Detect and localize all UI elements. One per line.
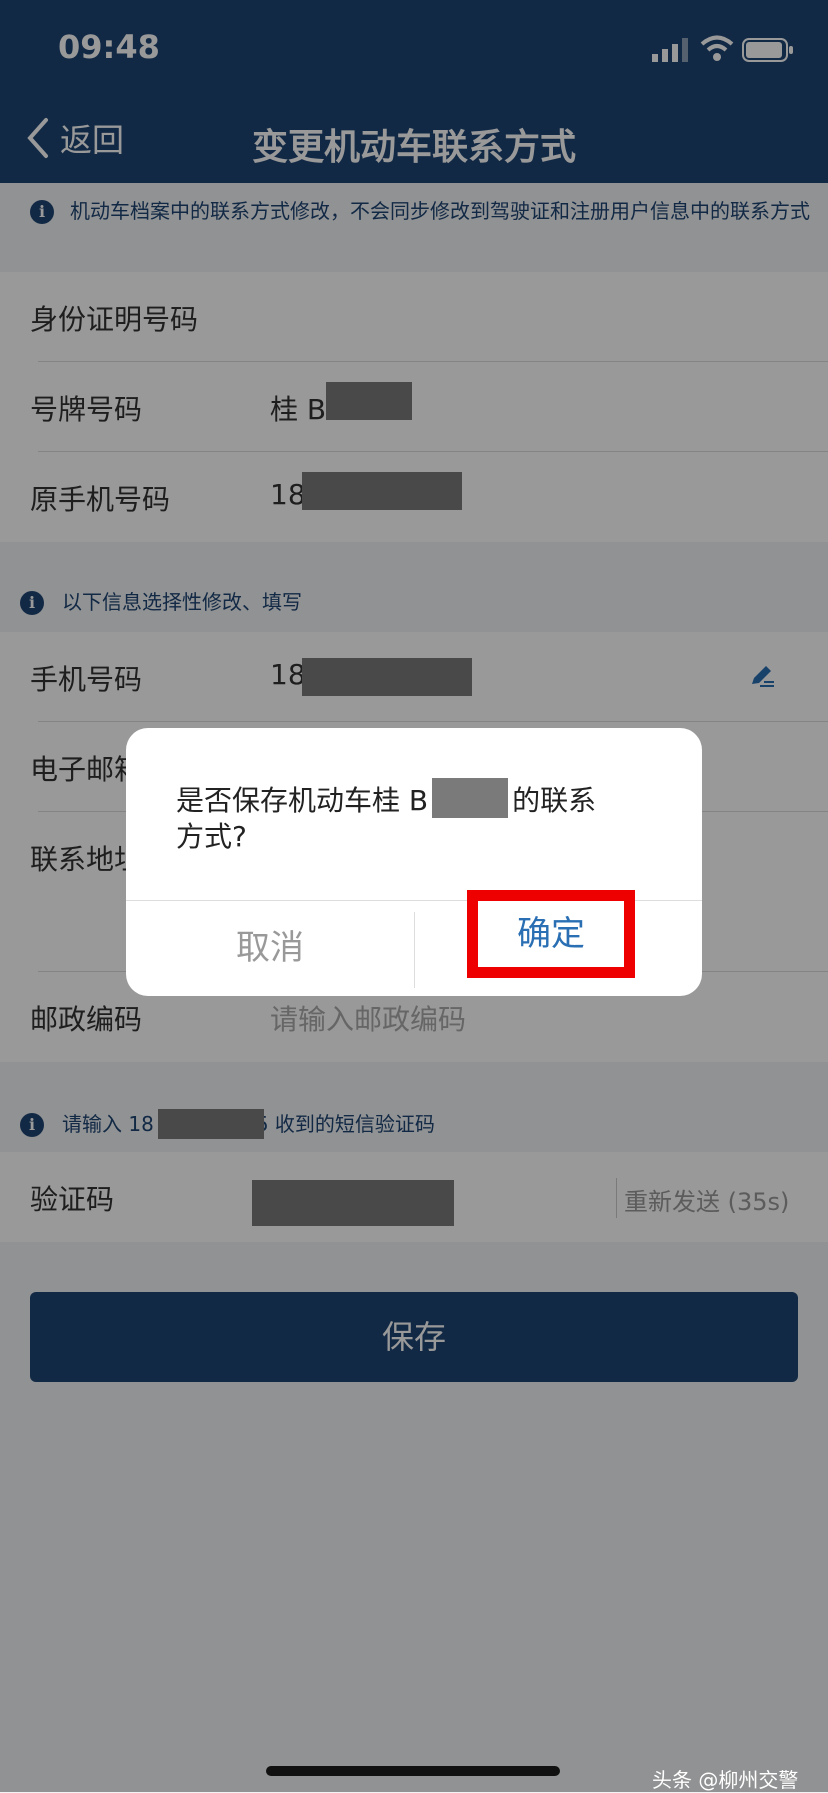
dialog-message: 是否保存机动车桂 B 的联系 方式?	[176, 778, 646, 855]
cancel-button[interactable]: 取消	[126, 900, 414, 996]
home-indicator	[266, 1766, 560, 1776]
redaction-mask	[432, 778, 509, 818]
dialog-message-prefix: 是否保存机动车桂 B	[176, 784, 429, 817]
confirm-dialog: 是否保存机动车桂 B 的联系 方式? 取消 确定	[126, 728, 702, 996]
watermark: 头条 @柳州交警	[652, 1768, 799, 1792]
dialog-message-suffix: 的联系	[512, 784, 597, 817]
confirm-button[interactable]: 确定	[478, 901, 624, 967]
confirm-highlight: 确定	[467, 890, 635, 978]
dialog-message-line2: 方式?	[176, 820, 247, 853]
